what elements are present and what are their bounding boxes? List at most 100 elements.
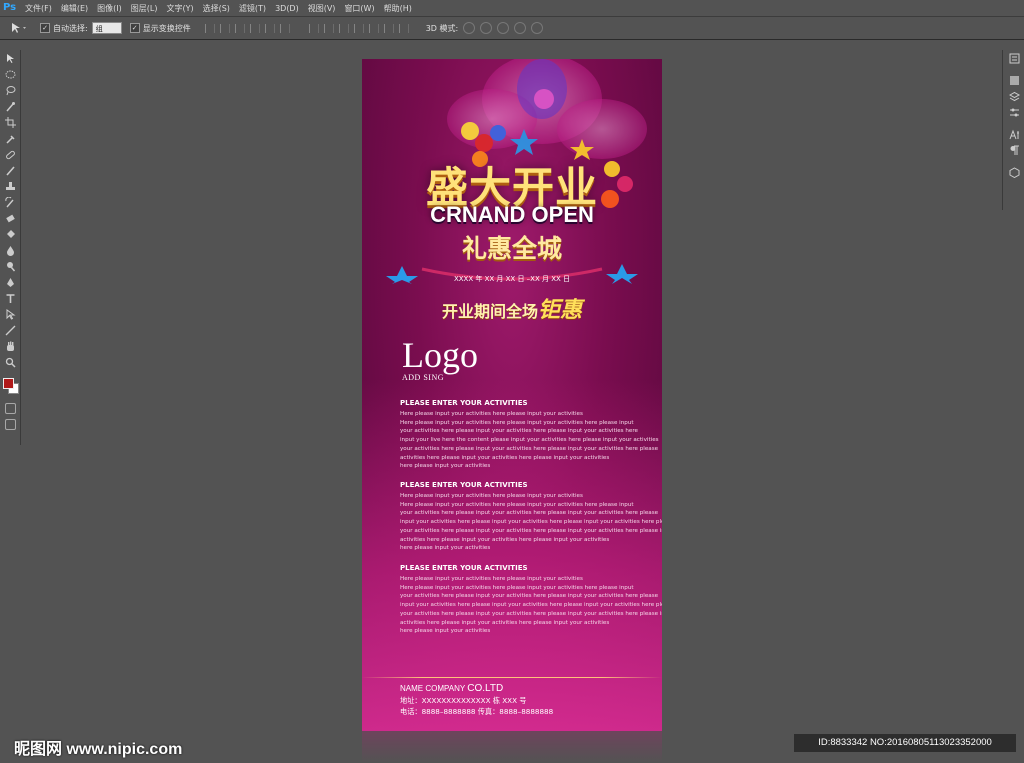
align-buttons <box>204 23 295 33</box>
auto-select-checkbox[interactable]: ✓ <box>40 23 50 33</box>
distribute-vcenter-icon[interactable] <box>323 23 334 33</box>
activity-line: here please input your activities <box>400 463 491 470</box>
history-brush-tool-icon[interactable] <box>0 194 20 210</box>
foreground-color-swatch[interactable] <box>3 378 14 389</box>
scale-3d-icon[interactable] <box>531 22 544 34</box>
menu-filter[interactable]: 滤镜(T) <box>239 3 266 14</box>
menu-file[interactable]: 文件(F) <box>25 3 52 14</box>
type-tool-icon[interactable] <box>0 290 20 306</box>
menu-type[interactable]: 文字(Y) <box>166 3 193 14</box>
3d-panel-icon[interactable] <box>1003 164 1024 180</box>
activity-line: Here please input your activities here p… <box>400 419 634 426</box>
pen-tool-icon[interactable] <box>0 274 20 290</box>
color-swatches <box>0 370 20 400</box>
activity-block-3: PLEASE ENTER YOUR ACTIVITIES Here please… <box>400 564 662 636</box>
screen-mode-icon[interactable] <box>0 416 20 432</box>
slide-3d-icon[interactable] <box>514 22 527 34</box>
activity-line: your activities here please input your a… <box>400 510 659 517</box>
align-vcenter-icon[interactable] <box>219 23 230 33</box>
align-top-icon[interactable] <box>204 23 215 33</box>
align-left-icon[interactable] <box>249 23 260 33</box>
watermark-id: ID:8833342 NO:20160805113023352000 <box>794 734 1016 752</box>
menu-bar: Ps 文件(F) 编辑(E) 图像(I) 图层(L) 文字(Y) 选择(S) 滤… <box>0 0 1024 16</box>
show-transform-label: 显示变换控件 <box>142 23 191 33</box>
crop-tool-icon[interactable] <box>0 114 20 130</box>
activity-line: Here please input your activities here p… <box>400 411 583 417</box>
roll-3d-icon[interactable] <box>480 22 493 34</box>
activity-line: input your activities here please input … <box>400 602 662 609</box>
brush-tool-icon[interactable] <box>0 162 20 178</box>
activity-line: your activities here please input your a… <box>400 593 659 600</box>
activity-line: your activities here please input your a… <box>400 445 659 452</box>
auto-align-icon[interactable] <box>398 23 409 33</box>
activity-line: input your live here the content please … <box>400 437 659 444</box>
activity-line: Here please input your activities here p… <box>400 501 634 508</box>
document-canvas[interactable]: 盛大开业 CRNAND OPEN 礼惠全城 XXXX 年 XX 月 XX 日 –… <box>362 59 662 731</box>
activity-heading: PLEASE ENTER YOUR ACTIVITIES <box>400 399 528 407</box>
character-panel-icon[interactable] <box>1003 126 1024 142</box>
distribute-top-icon[interactable] <box>308 23 319 33</box>
activity-line: Here please input your activities here p… <box>400 493 583 499</box>
mode-3d-label: 3D 模式: <box>425 23 459 33</box>
zoom-tool-icon[interactable] <box>0 354 20 370</box>
activity-heading: PLEASE ENTER YOUR ACTIVITIES <box>400 564 528 572</box>
menu-window[interactable]: 窗口(W) <box>344 3 374 14</box>
menu-help[interactable]: 帮助(H) <box>384 3 412 14</box>
activity-heading: PLEASE ENTER YOUR ACTIVITIES <box>400 481 528 489</box>
menu-select[interactable]: 选择(S) <box>203 3 230 14</box>
menu-image[interactable]: 图像(I) <box>97 3 122 14</box>
promo-prefix: 开业期间全场 <box>441 304 538 321</box>
auto-select-label: 自动选择: <box>53 23 88 33</box>
path-select-tool-icon[interactable] <box>0 306 20 322</box>
menu-edit[interactable]: 编辑(E) <box>61 3 88 14</box>
layers-panel-icon[interactable] <box>1003 88 1024 104</box>
paragraph-panel-icon[interactable] <box>1003 142 1024 158</box>
distribute-bottom-icon[interactable] <box>338 23 349 33</box>
move-tool-icon[interactable] <box>0 50 20 66</box>
quick-select-tool-icon[interactable] <box>0 98 20 114</box>
activity-line: activities here please input your activi… <box>400 454 610 461</box>
distribute-left-icon[interactable] <box>353 23 364 33</box>
history-panel-icon[interactable] <box>1003 50 1024 66</box>
paint-bucket-tool-icon[interactable] <box>0 226 20 242</box>
align-right-icon[interactable] <box>279 23 290 33</box>
company-prefix: NAME COMPANY <box>400 684 468 693</box>
activity-line: input your activities here please input … <box>400 519 662 526</box>
show-transform-checkbox[interactable]: ✓ <box>129 23 140 33</box>
align-hcenter-icon[interactable] <box>264 23 275 33</box>
menu-layer[interactable]: 图层(L) <box>131 3 158 14</box>
activity-line: your activities here please input your a… <box>400 428 638 435</box>
pan-3d-icon[interactable] <box>497 22 510 34</box>
auto-select-dropdown[interactable]: 组 <box>91 22 122 34</box>
align-bottom-icon[interactable] <box>234 23 245 33</box>
eraser-tool-icon[interactable] <box>0 210 20 226</box>
menu-view[interactable]: 视图(V) <box>308 3 336 14</box>
right-panel-dock <box>1002 50 1024 210</box>
menu-3d[interactable]: 3D(D) <box>275 4 299 13</box>
line-tool-icon[interactable] <box>0 322 20 338</box>
blur-tool-icon[interactable] <box>0 242 20 258</box>
eyedropper-tool-icon[interactable] <box>0 130 20 146</box>
activity-line: your activities here please input your a… <box>400 610 662 617</box>
lasso-tool-icon[interactable] <box>0 82 20 98</box>
move-tool-preset-icon[interactable] <box>10 21 32 35</box>
promo-big: 钜惠 <box>538 297 583 322</box>
quick-mask-icon[interactable] <box>0 400 20 416</box>
hand-tool-icon[interactable] <box>0 338 20 354</box>
poster-logo-sub: ADD SING <box>402 373 444 382</box>
activity-line: Here please input your activities here p… <box>400 576 583 582</box>
poster-logo: Logo <box>402 335 478 375</box>
clone-stamp-tool-icon[interactable] <box>0 178 20 194</box>
properties-panel-icon[interactable] <box>1003 72 1024 88</box>
distribute-buttons <box>308 23 414 33</box>
distribute-hcenter-icon[interactable] <box>368 23 379 33</box>
photoshop-logo: Ps <box>3 2 17 13</box>
dodge-tool-icon[interactable] <box>0 258 20 274</box>
marquee-tool-icon[interactable] <box>0 66 20 82</box>
activity-line: here please input your activities <box>400 628 491 635</box>
healing-brush-tool-icon[interactable] <box>0 146 20 162</box>
rotate-3d-icon[interactable] <box>463 22 476 34</box>
adjustments-panel-icon[interactable] <box>1003 104 1024 120</box>
company-name: NAME COMPANY CO.LTD <box>400 683 503 694</box>
distribute-right-icon[interactable] <box>383 23 394 33</box>
